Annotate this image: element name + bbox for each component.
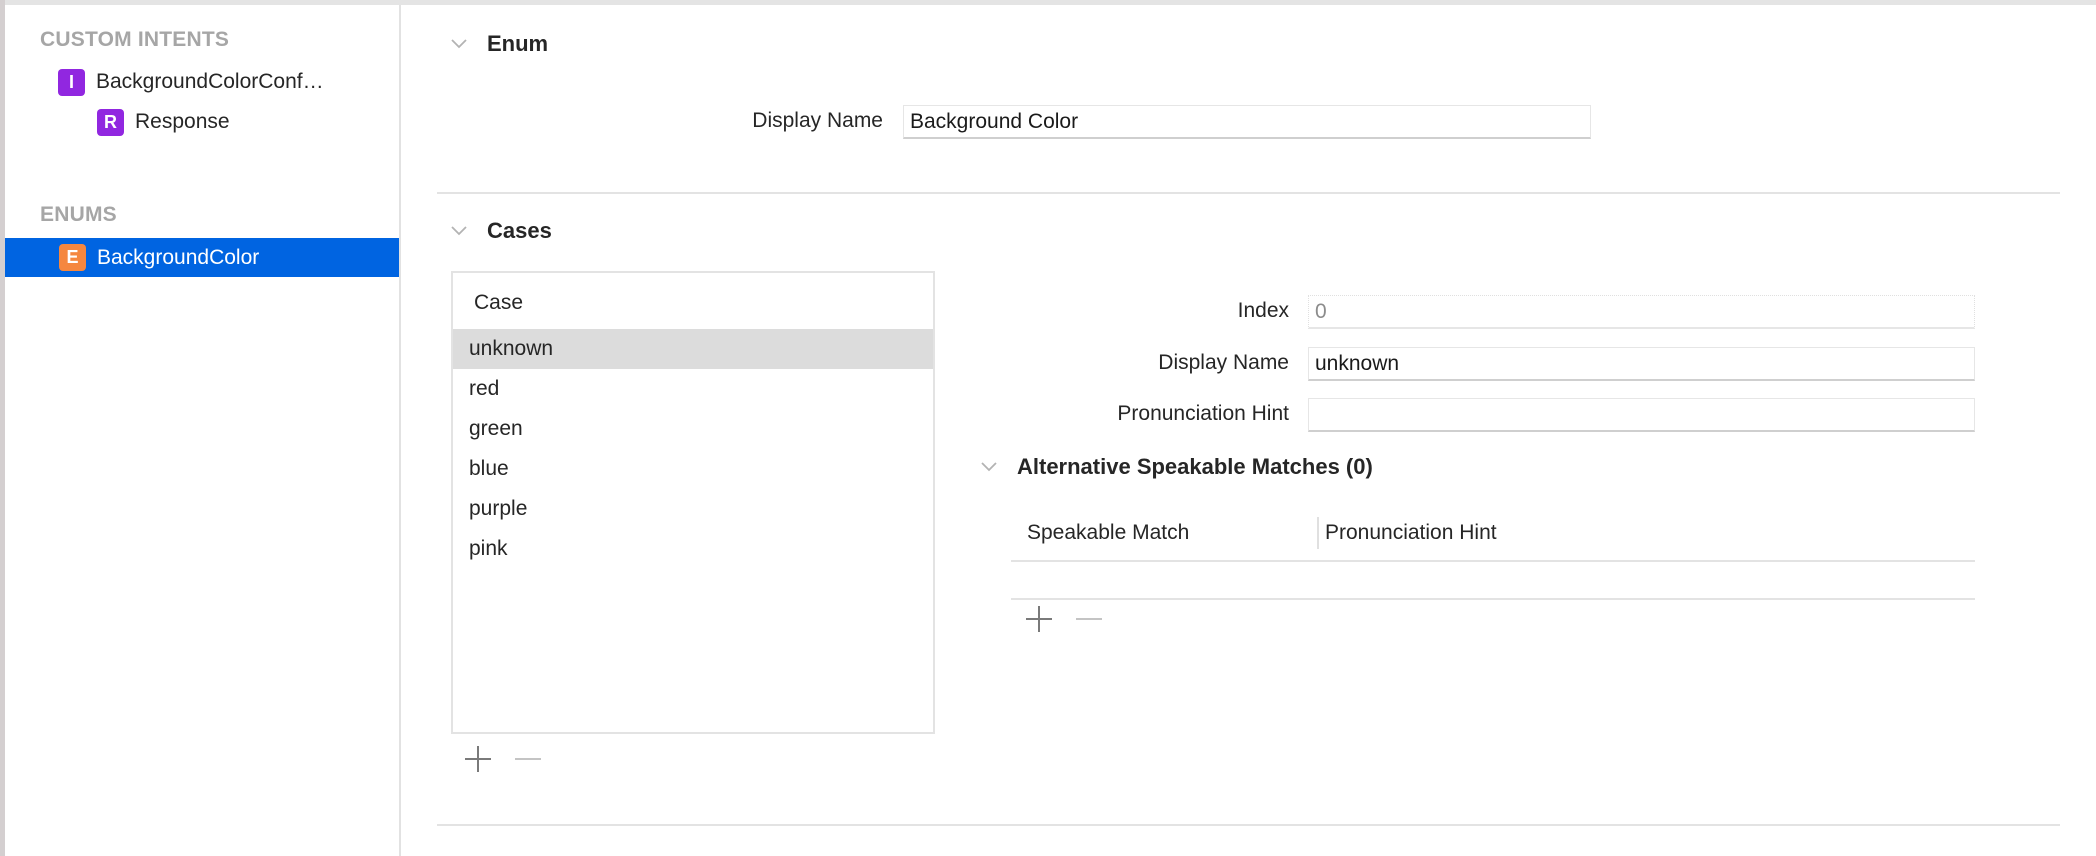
sidebar-item-label: BackgroundColor xyxy=(97,245,260,269)
case-row-blue[interactable]: blue xyxy=(453,449,933,489)
section-title-custom-intents: CUSTOM INTENTS xyxy=(40,28,230,51)
section-divider xyxy=(437,192,2060,194)
sidebar-item-label: Response xyxy=(135,110,230,133)
remove-case-button[interactable] xyxy=(513,744,543,774)
case-row-green[interactable]: green xyxy=(453,409,933,449)
case-label: red xyxy=(469,377,500,400)
enum-display-name-field[interactable]: Background Color xyxy=(903,105,1591,139)
remove-speakable-match-button[interactable] xyxy=(1074,604,1104,634)
case-row-red[interactable]: red xyxy=(453,369,933,409)
case-label: unknown xyxy=(469,337,554,360)
column-header-speakable-match[interactable]: Speakable Match xyxy=(1027,521,1189,545)
add-speakable-match-button[interactable] xyxy=(1024,604,1054,634)
index-label: Index xyxy=(1237,299,1289,322)
case-label: blue xyxy=(469,457,509,480)
plus-icon xyxy=(1026,606,1052,632)
cases-section-title: Cases xyxy=(487,218,552,243)
column-header-pronunciation-hint[interactable]: Pronunciation Hint xyxy=(1325,521,1497,545)
case-display-name-label: Display Name xyxy=(1158,351,1289,374)
case-label: purple xyxy=(469,497,528,520)
enum-collapse-chevron-icon[interactable] xyxy=(451,39,467,49)
sidebar-item-response[interactable]: R Response xyxy=(5,102,399,142)
case-label: pink xyxy=(469,537,508,560)
sidebar-item-label: BackgroundColorConf… xyxy=(96,70,324,93)
enum-icon: E xyxy=(59,244,86,271)
case-label: green xyxy=(469,417,523,440)
add-case-button[interactable] xyxy=(463,744,493,774)
intent-icon: I xyxy=(58,68,85,96)
cases-collapse-chevron-icon[interactable] xyxy=(451,226,467,236)
plus-icon xyxy=(465,746,491,772)
alt-matches-title: Alternative Speakable Matches (0) xyxy=(1017,454,1373,479)
alt-matches-collapse-chevron-icon[interactable] xyxy=(981,462,997,472)
response-icon: R xyxy=(97,108,124,136)
pronunciation-hint-label: Pronunciation Hint xyxy=(1117,402,1289,425)
enum-section-title: Enum xyxy=(487,31,549,56)
column-separator[interactable] xyxy=(1317,517,1319,549)
alt-matches-table-body[interactable] xyxy=(1011,562,1975,598)
cases-column-header[interactable]: Case xyxy=(474,291,523,315)
alt-matches-footer-divider xyxy=(1011,598,1975,600)
sidebar-divider xyxy=(399,5,401,856)
minus-icon xyxy=(515,758,541,760)
cases-table[interactable]: Case unknown red green blue purple pink xyxy=(451,271,935,734)
case-row-pink[interactable]: pink xyxy=(453,529,933,569)
case-display-name-field[interactable]: unknown xyxy=(1308,347,1975,381)
case-row-unknown[interactable]: unknown xyxy=(453,329,933,369)
minus-icon xyxy=(1076,618,1102,620)
sidebar-item-intent[interactable]: I BackgroundColorConf… xyxy=(5,62,399,102)
section-title-enums: ENUMS xyxy=(40,203,117,226)
enum-display-name-label: Display Name xyxy=(752,109,883,132)
sidebar: CUSTOM INTENTS I BackgroundColorConf… R … xyxy=(5,5,399,856)
sidebar-item-backgroundcolor[interactable]: E BackgroundColor xyxy=(5,238,399,277)
pronunciation-hint-field[interactable] xyxy=(1308,398,1975,432)
section-divider-bottom xyxy=(437,824,2060,826)
case-row-purple[interactable]: purple xyxy=(453,489,933,529)
index-field: 0 xyxy=(1308,295,1975,329)
